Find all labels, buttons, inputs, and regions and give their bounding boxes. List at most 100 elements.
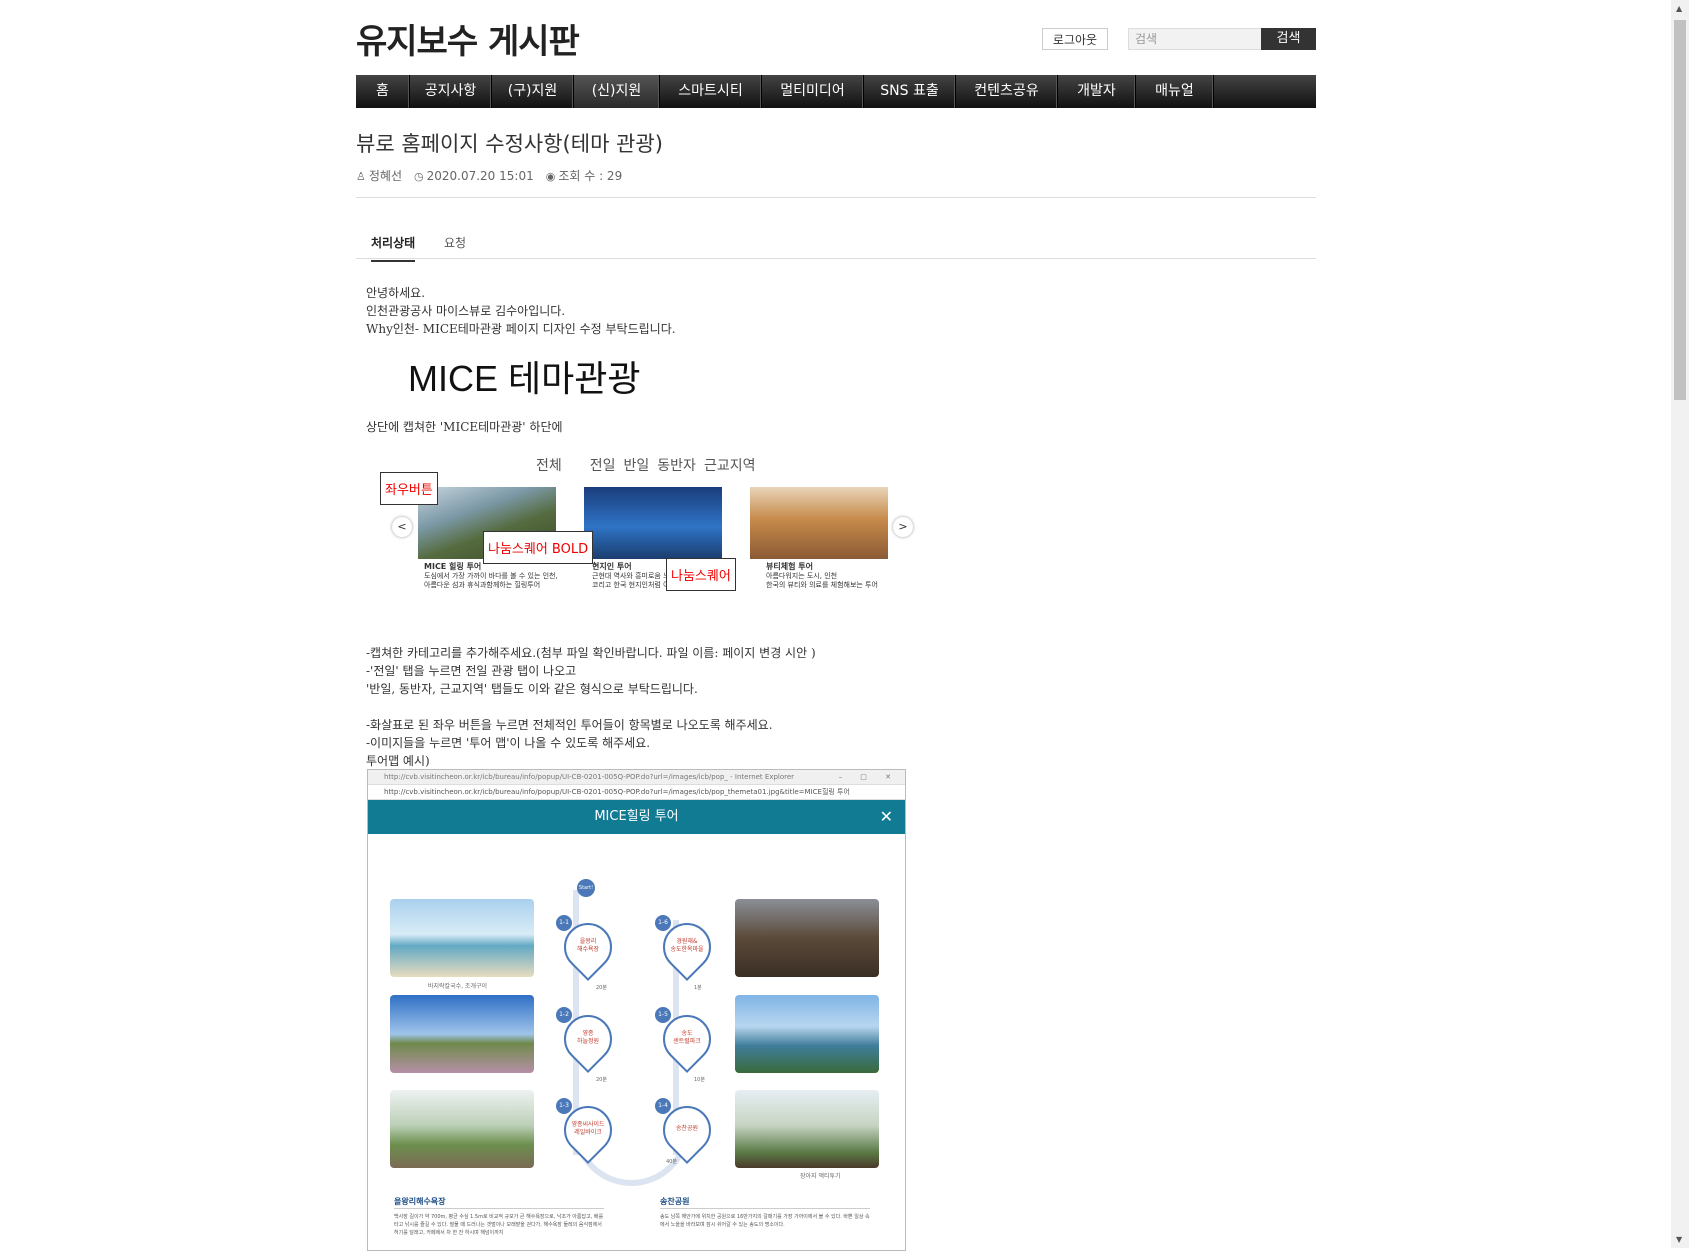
scroll-down-icon[interactable]: ▼: [1676, 1235, 1682, 1244]
divider: [356, 197, 1316, 198]
clock-icon: ◷: [414, 169, 424, 183]
category-all: 전체: [536, 458, 562, 474]
carousel-prev-button: <: [392, 517, 412, 537]
intro-line: Why인천- MICE테마관광 페이지 디자인 수정 부탁드립니다.: [366, 322, 676, 336]
nav-item-multimedia[interactable]: 멀티미디어: [762, 75, 864, 108]
ie-titlebar: http://cvb.visitincheon.or.kr/icb/bureau…: [368, 770, 905, 785]
scroll-up-icon[interactable]: ▲: [1676, 4, 1682, 13]
tab-status[interactable]: 처리상태: [371, 234, 416, 262]
category-companion: 동반자: [657, 458, 696, 474]
post-author: ♙ 정혜선: [356, 167, 402, 184]
travel-time: 40분: [666, 1159, 677, 1165]
main-nav: 홈 공지사항 (구)지원 (신)지원 스마트시티 멀티미디어 SNS 표출 컨텐…: [356, 75, 1316, 108]
tour-caption-title: 현지인 투어: [592, 562, 632, 571]
nav-item-manual[interactable]: 매뉴얼: [1136, 75, 1214, 108]
eye-icon: ◉: [545, 170, 556, 183]
author-name[interactable]: 정혜선: [369, 169, 402, 183]
node-label: 영종씨사이드 레일바이크: [571, 1121, 605, 1136]
intro-line: 안녕하세요.: [366, 286, 426, 300]
tour-thumb-local: [584, 487, 722, 559]
photo-central-park: [735, 995, 879, 1073]
travel-time: 20분: [596, 1077, 607, 1083]
node-number: 1-6: [655, 915, 671, 931]
nav-item-new-support[interactable]: (신)지원: [574, 75, 660, 108]
ie-title-url: http://cvb.visitincheon.or.kr/icb/bureau…: [384, 773, 795, 781]
category-bar: 전체 전일 반일 동반자 근교지역: [536, 455, 763, 475]
travel-time: 20분: [596, 985, 607, 991]
post-datetime: 2020.07.20 15:01: [426, 168, 534, 183]
annotation-arrow-buttons: 좌우버튼: [380, 472, 438, 505]
node-label: 경원재& 송도한옥마을: [670, 938, 704, 953]
category-suburb: 근교지역: [703, 458, 756, 474]
post-requests: -캡쳐한 카테고리를 추가해주세요.(첨부 파일 확인바랍니다. 파일 이름: …: [366, 644, 816, 770]
mice-title-image: MICE 테마관광: [408, 358, 641, 399]
search-button[interactable]: 검색: [1261, 28, 1316, 50]
photo-caption: 장아지 액티투기: [800, 1173, 841, 1180]
view-count: 조회 수 : 29: [558, 169, 623, 183]
photo-railbike: [390, 1090, 534, 1168]
post-intro: 안녕하세요. 인천관광공사 마이스뷰로 김수아입니다. Why인천- MICE테…: [366, 284, 676, 338]
node-number: 1-5: [655, 1007, 671, 1023]
tour-thumb-beauty: [750, 487, 888, 559]
request-line: -캡쳐한 카테고리를 추가해주세요.(첨부 파일 확인바랍니다. 파일 이름: …: [366, 646, 816, 660]
request-line: -'전일' 탭을 누르면 전일 관광 탭이 나오고: [366, 664, 577, 678]
request-line: 투어맵 예시): [366, 754, 430, 768]
caption-text: 상단에 캡쳐한 'MICE테마관광' 하단에: [366, 420, 563, 434]
nav-item-home[interactable]: 홈: [356, 75, 410, 108]
post-views: ◉ 조회 수 : 29: [546, 167, 623, 184]
nav-item-smartcity[interactable]: 스마트시티: [660, 75, 762, 108]
nav-item-old-support[interactable]: (구)지원: [492, 75, 574, 108]
category-halfday: 반일: [623, 458, 650, 474]
nav-item-developer[interactable]: 개발자: [1058, 75, 1136, 108]
nav-item-notice[interactable]: 공지사항: [410, 75, 492, 108]
scrollbar-thumb[interactable]: [1674, 20, 1686, 400]
ie-address-url: http://cvb.visitincheon.or.kr/icb/bureau…: [384, 788, 850, 796]
travel-time: 10분: [694, 1077, 705, 1083]
post-meta: ♙ 정혜선 ◷ 2020.07.20 15:01 ◉ 조회 수 : 29: [356, 167, 622, 184]
carousel-next-button: >: [893, 517, 913, 537]
node-number: 1-1: [556, 915, 572, 931]
photo-windmill: [735, 1090, 879, 1168]
tour-caption: 뷰티체험 투어 아름다워지는 도시, 인천 한국의 뷰티와 의료를 체험해보는 …: [766, 562, 906, 590]
tour-map-screenshot: http://cvb.visitincheon.or.kr/icb/bureau…: [367, 769, 906, 1251]
request-line: '반일, 동반자, 근교지역' 탭들도 이와 같은 형식으로 부탁드립니다.: [366, 682, 698, 696]
annotation-font-bold: 나눔스퀘어 BOLD: [483, 531, 594, 564]
tab-request[interactable]: 요청: [444, 234, 466, 251]
site-title[interactable]: 유지보수 게시판: [356, 14, 580, 63]
node-number: 1-4: [655, 1098, 671, 1114]
user-icon: ♙: [356, 170, 366, 183]
tour-caption-desc: 도심에서 가장 가까이 바다를 볼 수 있는 인천,: [424, 572, 558, 580]
window-controls-icon: – □ ✕: [838, 773, 899, 781]
search-input[interactable]: 검색: [1128, 28, 1262, 50]
tour-caption-title: 뷰티체험 투어: [766, 562, 813, 571]
travel-time: 1분: [694, 985, 702, 991]
start-marker: Start!: [577, 879, 595, 897]
nav-item-sns[interactable]: SNS 표출: [864, 75, 956, 108]
ie-addressbar: http://cvb.visitincheon.or.kr/icb/bureau…: [368, 785, 905, 800]
post-tabs: 처리상태 요청: [356, 228, 1316, 262]
section-title: 송찬공원: [660, 1197, 690, 1206]
popup-header: MICE힐링 투어 ✕: [368, 800, 905, 834]
section-divider: [394, 1208, 604, 1209]
popup-title: MICE힐링 투어: [594, 809, 679, 824]
tour-caption-desc: 한국의 뷰티와 의료를 체험해보는 투어: [766, 581, 878, 589]
request-line: -화살표로 된 좌우 버튼을 누르면 전체적인 투어들이 항목별로 나오도록 해…: [366, 718, 773, 732]
photo-caption: 바지락칼국수, 조개구이: [428, 983, 488, 990]
section-text: 백사장 길이가 약 700m, 평균 수심 1.5m로 비교적 규모가 큰 해수…: [394, 1214, 604, 1236]
annotation-font: 나눔스퀘어: [666, 558, 736, 591]
logout-button[interactable]: 로그아웃: [1042, 28, 1108, 50]
post-title: 뷰로 홈페이지 수정사항(테마 관광): [356, 132, 663, 156]
node-label: 영종 하늘정원: [576, 1030, 600, 1045]
section-title: 을왕리해수욕장: [394, 1197, 446, 1206]
photo-sky-garden: [390, 995, 534, 1073]
node-label: 송찬공원: [675, 1125, 699, 1132]
node-label: 을왕리 해수욕장: [576, 938, 600, 953]
page-scrollbar[interactable]: ▲ ▼: [1671, 0, 1689, 1248]
section-divider: [660, 1208, 870, 1209]
tour-caption-title: MICE 힐링 투어: [424, 562, 482, 571]
photo-beach: [390, 899, 534, 977]
nav-item-content-share[interactable]: 컨텐츠공유: [956, 75, 1058, 108]
post-date: ◷ 2020.07.20 15:01: [414, 169, 534, 183]
tour-caption: MICE 힐링 투어 도심에서 가장 가까이 바다를 볼 수 있는 인천, 아름…: [424, 562, 564, 590]
close-icon: ✕: [879, 807, 893, 826]
